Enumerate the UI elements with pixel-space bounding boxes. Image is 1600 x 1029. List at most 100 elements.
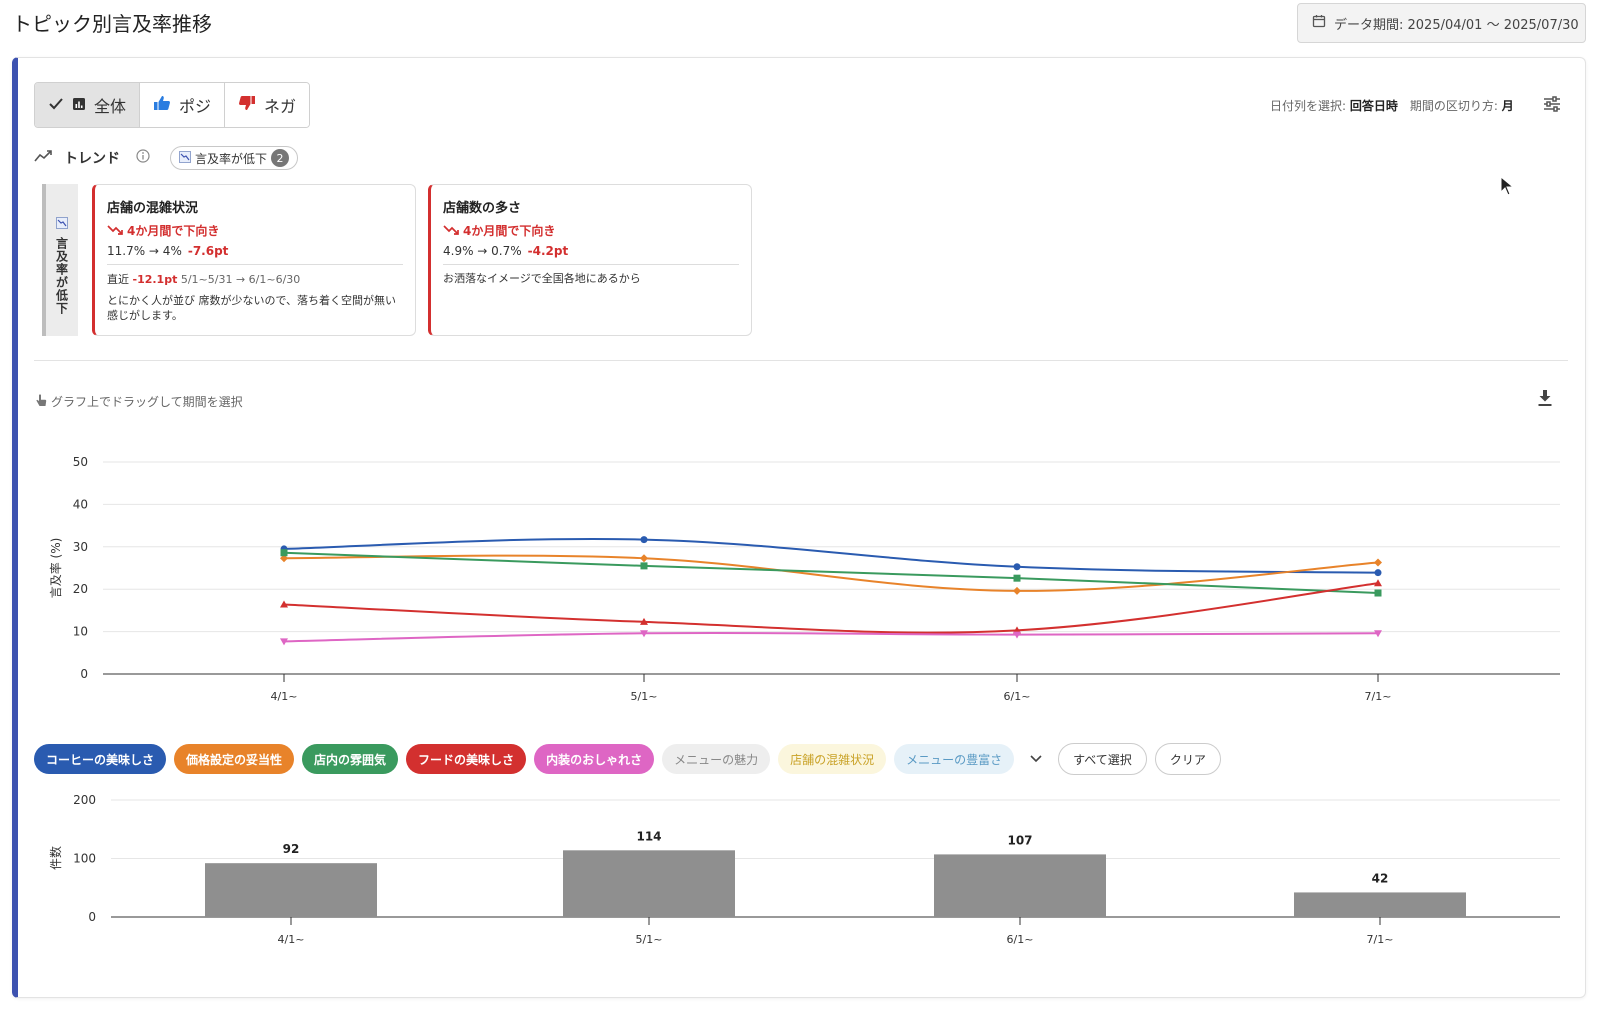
trend-card-delta: -4.2pt [527,244,569,258]
thumbs-up-icon [153,95,171,115]
x-tick-label: 5/1~ [636,933,663,946]
drag-hint: グラフ上でドラッグして期間を選択 [36,393,243,410]
drag-hint-label: グラフ上でドラッグして期間を選択 [51,395,243,409]
data-point [640,562,648,570]
y-axis-label: 言及率 (%) [48,538,63,599]
trend-card-recent: 直近 -12.1pt 5/1~5/31 → 6/1~6/30 [107,271,403,287]
bar [1294,892,1466,917]
data-label: 114 [636,829,661,843]
trending-down-icon [179,150,191,166]
chevron-down-icon[interactable] [1022,744,1050,774]
trend-card-quote: とにかく人が並び 席数が少ないので、落ち着く空間が無い感じがします。 [107,294,397,323]
y-tick-label: 20 [73,582,88,596]
divider [107,264,403,265]
x-tick-label: 6/1~ [1007,933,1034,946]
data-point [1013,586,1021,595]
clear-button[interactable]: クリア [1154,743,1221,775]
date-column-value: 回答日時 [1349,99,1398,113]
segment-all-label: 全体 [94,97,127,116]
data-point [1374,558,1382,567]
x-tick-label: 7/1~ [1367,933,1394,946]
y-tick-label: 30 [73,540,88,554]
y-tick-label: 10 [73,625,88,639]
trend-card-direction: 4か月間で下向き [443,222,739,239]
trend-card-recent-delta: -12.1pt [132,273,178,286]
trend-filter-count: 2 [271,149,290,167]
data-point [640,554,648,563]
data-label: 42 [1372,871,1389,885]
trend-filter-chip[interactable]: 言及率が低下 2 [170,146,299,170]
data-point [1374,569,1382,577]
date-column-label: 日付列を選択: [1270,99,1347,113]
trend-card-direction: 4か月間で下向き [107,222,403,239]
chart-options: 日付列を選択: 回答日時 期間の区切り方: 月 [1270,97,1514,114]
series-line [283,631,1379,643]
trending-down-icon [107,224,123,238]
legend-chip[interactable]: メニューの豊富さ [894,744,1015,774]
interval-select[interactable]: 期間の区切り方: 月 [1410,97,1514,114]
sentiment-segmented-control: 全体 ポジ ネガ [34,82,311,128]
segment-negative-button[interactable]: ネガ [225,83,310,127]
legend-chip[interactable]: コーヒーの美味しさ [34,744,167,774]
y-tick-label: 50 [73,455,88,469]
date-column-select[interactable]: 日付列を選択: 回答日時 [1270,97,1398,114]
bar [934,854,1106,917]
trend-card-recent-label: 直近 [107,273,129,286]
trend-category-tab[interactable]: 言及率が低下 [42,184,78,336]
data-point [280,549,288,557]
bar [563,850,735,917]
trend-card-recent-range: 5/1~5/31 → 6/1~6/30 [180,273,301,286]
y-tick-label: 0 [88,910,96,924]
x-tick-label: 4/1~ [271,690,298,703]
line-chart[interactable]: 0 10 20 30 40 50 言及率 (%) 4/1~ 5/1~ 6/1~ 7/1~ [0,440,1600,730]
trend-card-quote: お洒落なイメージで全国各地にあるから [443,272,641,285]
trend-card-direction-label: 4か月間で下向き [463,224,556,238]
info-icon[interactable] [136,149,150,167]
trend-card-change: 11.7% → 4% [107,244,182,258]
mouse-cursor-icon [1500,175,1515,200]
y-axis-label: 件数 [48,846,63,870]
data-point [1013,563,1021,571]
data-point [640,536,648,544]
trend-label: トレンド [64,151,120,167]
trend-card-direction-label: 4か月間で下向き [127,224,220,238]
bar-chart-icon [72,96,86,115]
y-tick-label: 0 [80,667,88,681]
check-icon [48,96,64,115]
bar-chart[interactable]: 0 100 200 件数 92 4/1~ 114 5/1~ 107 6/1~ 42 7/1~ [0,790,1600,970]
pointer-hand-icon [36,394,47,410]
trend-card[interactable]: 店舗の混雑状況 4か月間で下向き 11.7% → 4% -7.6pt 直近 -12… [92,184,416,336]
bar [205,863,377,917]
settings-sliders-icon[interactable] [1543,96,1561,116]
calendar-icon [1312,14,1326,32]
trend-card[interactable]: 店舗数の多さ 4か月間で下向き 4.9% → 0.7% -4.2pt お洒落なイメ… [428,184,752,336]
trend-icon [34,149,52,167]
x-tick-label: 4/1~ [278,933,305,946]
select-all-button[interactable]: すべて選択 [1058,743,1147,775]
legend-chip[interactable]: 店舗の混雑状況 [778,744,887,774]
trending-down-icon [56,214,68,233]
x-tick-label: 6/1~ [1004,690,1031,703]
trend-card-delta: -7.6pt [187,244,229,258]
legend-chip[interactable]: フードの美味しさ [406,744,527,774]
legend-chip[interactable]: 価格設定の妥当性 [174,744,295,774]
data-label: 107 [1007,833,1032,847]
series-line [283,551,1379,595]
divider [443,264,739,265]
legend-chip[interactable]: 内装のおしゃれさ [534,744,655,774]
trend-filter-label: 言及率が低下 [195,151,268,166]
interval-label: 期間の区切り方: [1409,99,1498,113]
x-tick-label: 7/1~ [1365,690,1392,703]
trend-category-label: 言及率が低下 [54,237,69,315]
legend-chip-list: コーヒーの美味しさ 価格設定の妥当性 店内の雰囲気 フードの美味しさ 内装のおしゃれさメ… [34,744,1015,774]
legend-chip[interactable]: メニューの魅力 [662,744,771,774]
trend-card-values: 4.9% → 0.7% -4.2pt [443,244,739,258]
data-period-label: データ期間: 2025/04/01 〜 2025/07/30 [1334,17,1579,33]
thumbs-down-icon [238,95,256,115]
series-legend: コーヒーの美味しさ 価格設定の妥当性 店内の雰囲気 フードの美味しさ 内装のおしゃれさメ… [34,743,1221,775]
data-period-button[interactable]: データ期間: 2025/04/01 〜 2025/07/30 [1297,3,1586,43]
download-icon[interactable] [1537,389,1553,411]
segment-all-button[interactable]: 全体 [35,83,141,127]
legend-chip[interactable]: 店内の雰囲気 [302,744,399,774]
segment-positive-button[interactable]: ポジ [140,83,226,127]
